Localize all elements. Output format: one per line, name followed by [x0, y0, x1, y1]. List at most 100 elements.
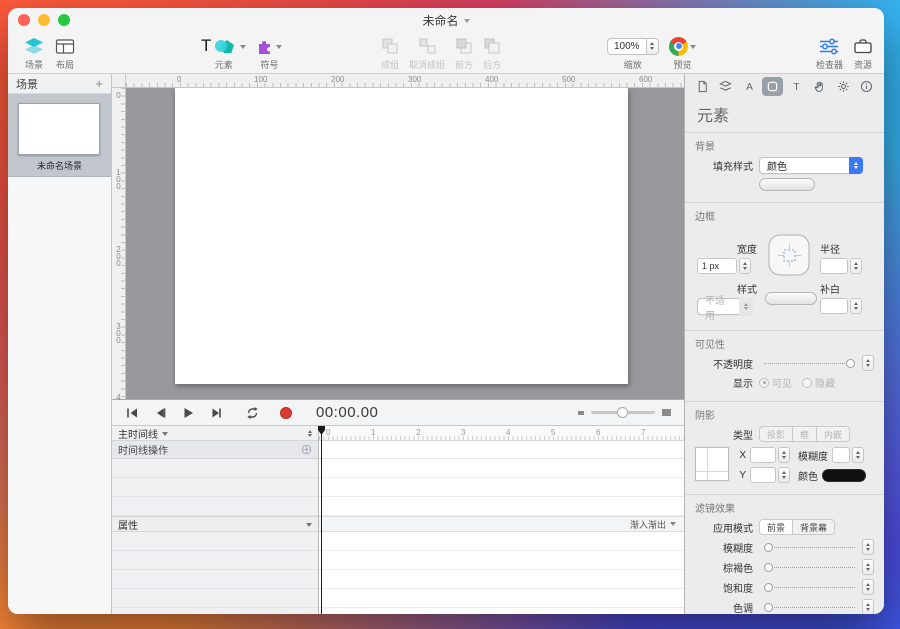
blur-filter-slider[interactable] [764, 542, 855, 553]
scene-list-item[interactable]: 未命名场景 [8, 94, 111, 177]
background-color-well[interactable] [759, 178, 815, 191]
saturation-filter-slider[interactable] [764, 582, 855, 593]
hue-filter-stepper[interactable] [862, 599, 874, 614]
saturation-filter-stepper[interactable] [862, 579, 874, 595]
close-button[interactable] [18, 14, 30, 26]
opacity-slider-thumb[interactable] [846, 359, 855, 368]
tab-typography[interactable]: T [786, 77, 807, 96]
zoom-slider-thumb[interactable] [617, 407, 628, 418]
preview-button[interactable]: 预览 [669, 35, 696, 71]
title-proxy-chevron-icon[interactable] [464, 19, 470, 26]
slider-thumb[interactable] [764, 603, 773, 612]
elements-button[interactable]: T 元素 [201, 35, 246, 71]
border-corner-preview[interactable] [765, 231, 813, 279]
segment-backdrop[interactable]: 背景幕 [793, 520, 834, 534]
hue-filter-slider[interactable] [764, 602, 855, 613]
tab-metrics[interactable]: A [739, 77, 760, 96]
shadow-x-stepper[interactable] [778, 447, 790, 463]
tab-physics-gear[interactable] [833, 77, 854, 96]
apply-mode-segmented[interactable]: 前景 背景幕 [759, 519, 835, 535]
segment-drop[interactable]: 投影 [760, 427, 793, 441]
sepia-filter-stepper[interactable] [862, 559, 874, 575]
timeline-actions-row[interactable]: 时间线操作 [112, 441, 318, 459]
slider-thumb[interactable] [764, 543, 773, 552]
scene-thumbnail[interactable] [18, 103, 100, 155]
track-row-actions[interactable] [319, 441, 684, 459]
zoom-in-icon[interactable] [661, 408, 672, 417]
visible-radio[interactable] [759, 378, 769, 388]
chevron-down-icon [306, 523, 312, 530]
tab-element-selected[interactable] [762, 77, 783, 96]
filters-section: 滤镜效果 应用模式 前景 背景幕 模糊度 棕褐色 [685, 495, 884, 614]
blur-filter-stepper[interactable] [862, 539, 874, 555]
slider-thumb[interactable] [764, 563, 773, 572]
border-padding-stepper[interactable] [850, 298, 862, 314]
gear-icon[interactable] [301, 444, 312, 455]
zoom-value[interactable]: 100% [607, 38, 646, 55]
opacity-stepper[interactable] [862, 355, 874, 371]
segment-box[interactable]: 框 [793, 427, 817, 441]
main-timeline-selector[interactable]: 主时间线 [112, 426, 318, 441]
border-color-well[interactable] [765, 292, 817, 305]
border-style-popup[interactable]: 不适用 [697, 298, 753, 315]
tab-document[interactable] [692, 77, 713, 96]
layout-button[interactable]: 布局 [55, 35, 75, 71]
zoom-out-icon[interactable] [577, 409, 585, 416]
border-width-field[interactable]: 1 px [697, 258, 737, 274]
shadow-direction-preview[interactable] [695, 447, 729, 481]
record-button[interactable] [274, 403, 298, 423]
opacity-slider[interactable] [764, 358, 855, 369]
shadow-y-field[interactable] [750, 467, 776, 483]
segment-foreground[interactable]: 前景 [760, 520, 793, 534]
ease-row[interactable]: 渐入渐出 [319, 516, 684, 532]
timeline-track-area[interactable]: 0 1 2 3 4 5 6 7 渐入渐出 [319, 426, 684, 614]
track-rows-lower[interactable] [319, 532, 684, 614]
shadow-color-well[interactable] [822, 469, 866, 482]
step-back-button[interactable] [148, 403, 172, 423]
tab-actions-hand[interactable] [809, 77, 830, 96]
apply-mode-label: 应用模式 [695, 520, 753, 535]
shadow-blur-field[interactable] [832, 447, 850, 463]
border-padding-field[interactable] [820, 298, 848, 314]
add-scene-button[interactable]: + [95, 77, 103, 90]
slider-thumb[interactable] [764, 583, 773, 592]
track-rows[interactable] [319, 459, 684, 516]
timeline-stepper[interactable] [308, 428, 312, 439]
shadow-blur-stepper[interactable] [852, 447, 864, 463]
jump-start-button[interactable] [120, 403, 144, 423]
scene-button[interactable]: 场景 [23, 35, 45, 71]
timeline-zoom-slider[interactable] [591, 411, 655, 414]
stage-canvas[interactable] [175, 88, 628, 384]
shadow-section: 阴影 类型 投影 框 内嵌 X [685, 402, 884, 495]
chevron-down-icon [276, 45, 282, 52]
shadow-y-stepper[interactable] [778, 467, 790, 483]
loop-button[interactable] [240, 403, 264, 423]
timeline-ruler[interactable]: 0 1 2 3 4 5 6 7 [319, 426, 684, 441]
timeline-track-rows[interactable] [112, 459, 318, 516]
sepia-filter-slider[interactable] [764, 562, 855, 573]
zoom-window-button[interactable] [58, 14, 70, 26]
tab-identity-info[interactable] [856, 77, 877, 96]
properties-row[interactable]: 属性 [112, 516, 318, 532]
hidden-radio[interactable] [802, 378, 812, 388]
segment-inset[interactable]: 内嵌 [817, 427, 849, 441]
resources-button[interactable]: 资源 [853, 35, 873, 71]
playhead[interactable] [321, 426, 322, 614]
scenes-header-label: 场景 [16, 76, 95, 92]
symbols-button[interactable]: 符号 [256, 35, 282, 71]
minimize-button[interactable] [38, 14, 50, 26]
step-forward-button[interactable] [204, 403, 228, 423]
border-radius-stepper[interactable] [850, 258, 862, 274]
border-radius-field[interactable] [820, 258, 848, 274]
border-width-stepper[interactable] [739, 258, 751, 274]
fill-style-popup[interactable]: 颜色 [759, 157, 863, 174]
tab-scene[interactable] [715, 77, 736, 96]
play-button[interactable] [176, 403, 200, 423]
timeline-controls: 00:00.00 [112, 400, 684, 426]
shadow-x-field[interactable] [750, 447, 776, 463]
zoom-stepper[interactable] [646, 38, 659, 55]
timeline-property-rows[interactable] [112, 532, 318, 614]
inspector-toggle-button[interactable]: 检查器 [816, 35, 843, 71]
shadow-type-segmented[interactable]: 投影 框 内嵌 [759, 426, 850, 442]
canvas-viewport[interactable] [126, 88, 684, 399]
